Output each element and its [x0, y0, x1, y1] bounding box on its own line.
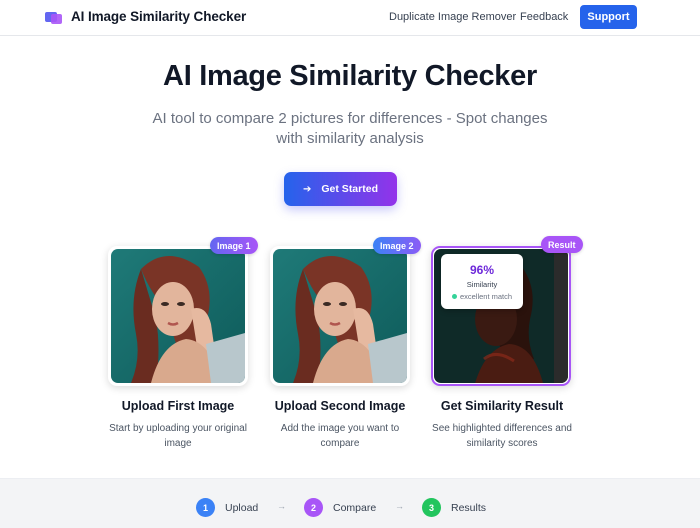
image-2-badge: Image 2: [373, 237, 421, 254]
step-1-number: 1: [196, 498, 215, 517]
arrow-right-icon: →: [395, 501, 404, 511]
nav-link-feedback[interactable]: Feedback: [520, 11, 568, 23]
top-nav-bar: AI Image Similarity Checker Duplicate Im…: [0, 0, 700, 36]
progress-step-results: 3 Results: [422, 498, 486, 517]
step-3-number: 3: [422, 498, 441, 517]
similarity-label: Similarity: [466, 280, 498, 289]
brand-name[interactable]: AI Image Similarity Checker: [71, 9, 246, 24]
progress-step-compare: 2 Compare: [304, 498, 376, 517]
card-2-description: Add the image you want to compare: [280, 423, 400, 449]
logo-icon[interactable]: [45, 9, 63, 25]
step-3-label: Results: [451, 501, 487, 514]
step-1-label: Upload: [225, 501, 259, 514]
get-started-button[interactable]: ➔ Get Started: [284, 172, 397, 206]
status-dot-icon: [451, 294, 457, 299]
card-2-title: Upload Second Image: [274, 399, 406, 413]
result-badge: Result: [541, 236, 583, 253]
portrait-photo-2: [273, 249, 407, 383]
page-subtitle: AI tool to compare 2 pictures for differ…: [152, 110, 548, 147]
image-1-badge: Image 1: [210, 237, 258, 254]
get-started-label: Get Started: [321, 183, 378, 195]
similarity-value: 96%: [469, 263, 495, 277]
card-3-description: See highlighted differences and similari…: [432, 423, 572, 449]
arrow-right-icon: ➔: [303, 183, 312, 195]
portrait-photo-1: [111, 249, 245, 383]
card-3-title: Get Similarity Result: [440, 399, 564, 413]
step-2-label: Compare: [333, 501, 377, 514]
arrow-right-icon: →: [277, 501, 286, 511]
step-2-number: 2: [304, 498, 323, 517]
card-1-description: Start by uploading your original image: [109, 423, 247, 449]
match-status-text: excellent match: [459, 292, 513, 301]
similarity-score-popup: 96% Similarity excellent match: [441, 254, 523, 309]
card-1-title: Upload First Image: [121, 399, 235, 413]
image-1-card[interactable]: [108, 246, 248, 386]
nav-link-duplicate-remover[interactable]: Duplicate Image Remover: [389, 11, 516, 23]
image-2-card[interactable]: [270, 246, 410, 386]
page-title: AI Image Similarity Checker: [163, 60, 537, 92]
progress-step-upload: 1 Upload: [196, 498, 258, 517]
match-status: excellent match: [441, 292, 523, 301]
support-button[interactable]: Support: [580, 5, 637, 29]
